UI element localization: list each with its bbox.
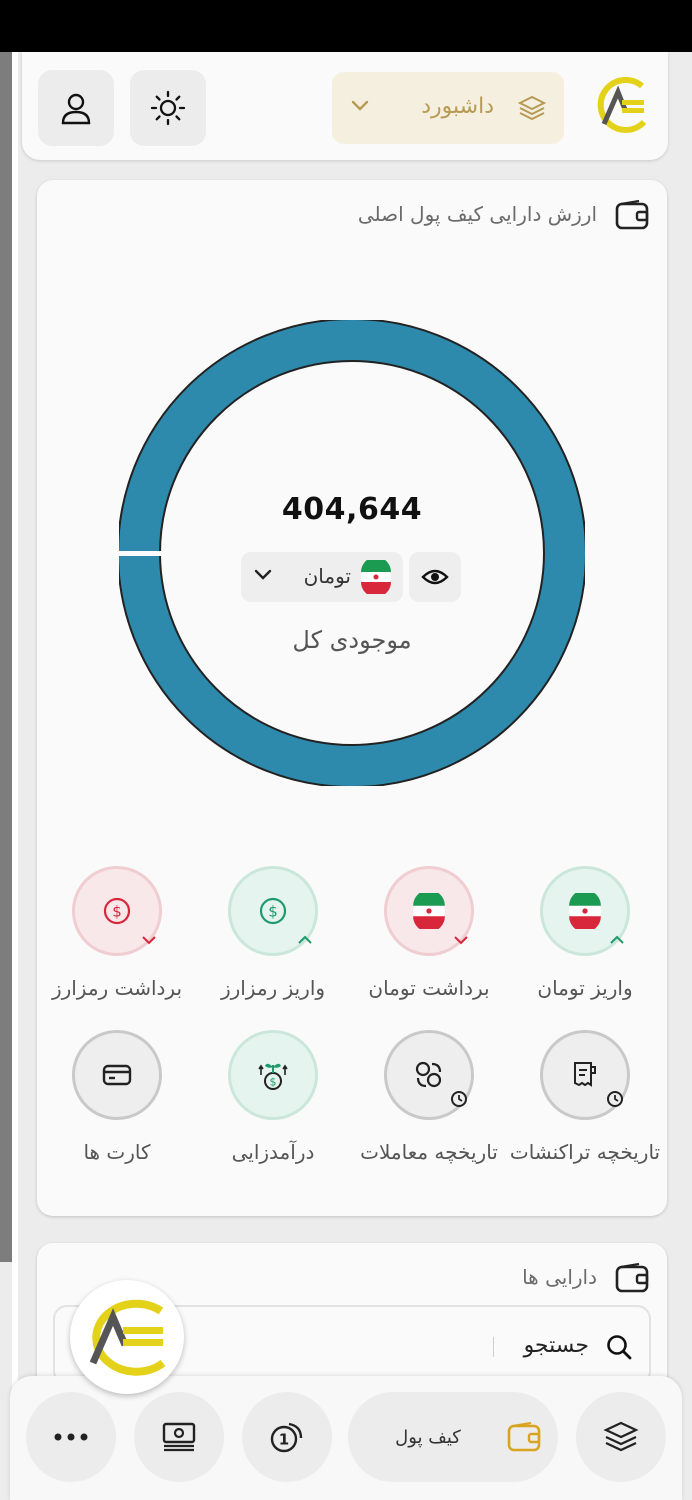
- action-label: واریز رمزارز: [220, 976, 326, 1000]
- dollar-icon: $: [103, 897, 131, 925]
- nav-wallet-button[interactable]: کیف پول: [348, 1392, 558, 1482]
- brand-logo[interactable]: [592, 74, 654, 140]
- dashboard-dropdown[interactable]: داشبورد: [332, 72, 564, 144]
- money-growth-icon: $: [258, 1063, 288, 1090]
- earning-button[interactable]: $: [228, 1030, 318, 1120]
- floating-brand-button[interactable]: [70, 1280, 184, 1394]
- chevron-up-icon: [610, 935, 624, 944]
- cards-button[interactable]: [72, 1030, 162, 1120]
- cash-icon: [162, 1422, 196, 1452]
- deposit-crypto-button[interactable]: $: [228, 866, 318, 956]
- svg-text:$: $: [112, 903, 122, 921]
- wallet-icon: [615, 200, 649, 230]
- action-label: برداشت رمزارز: [51, 976, 183, 1000]
- more-dots-icon: [54, 1433, 88, 1441]
- deposit-toman-button[interactable]: [540, 866, 630, 956]
- withdraw-crypto-action[interactable]: $ برداشت رمزارز: [39, 866, 195, 1004]
- withdraw-toman-button[interactable]: [384, 866, 474, 956]
- chevron-down-icon: [351, 100, 369, 111]
- wallet-title: ارزش دارایی کیف پول اصلی: [357, 202, 597, 226]
- theme-toggle-button[interactable]: [130, 70, 206, 146]
- ace-logo-icon: [597, 77, 647, 133]
- history-clock-icon: [607, 1091, 623, 1107]
- withdraw-toman-action[interactable]: برداشت تومان: [351, 866, 507, 1004]
- iran-flag-icon: [361, 560, 391, 594]
- user-icon: [61, 93, 91, 125]
- nav-more-button[interactable]: [26, 1392, 116, 1482]
- bottom-navigation: 1 کیف پول: [10, 1376, 682, 1500]
- iran-flag-icon: [413, 893, 445, 929]
- chevron-down-icon: [142, 936, 156, 945]
- earning-action[interactable]: $ درآمدزایی: [195, 1030, 351, 1168]
- status-bar: [0, 0, 692, 52]
- deposit-crypto-action[interactable]: $ واریز رمزارز: [195, 866, 351, 1004]
- trades-history-button[interactable]: [384, 1030, 474, 1120]
- action-label: برداشت تومان: [368, 976, 490, 1000]
- action-label: درآمدزایی: [231, 1140, 315, 1164]
- action-label: کارت ها: [83, 1140, 151, 1164]
- ace-logo-icon: [89, 1299, 166, 1376]
- transactions-history-button[interactable]: [540, 1030, 630, 1120]
- currency-dropdown[interactable]: تومان: [241, 552, 403, 602]
- deposit-toman-action[interactable]: واریز تومان: [507, 866, 663, 1004]
- svg-text:1: 1: [279, 1431, 289, 1449]
- search-divider: [493, 1337, 494, 1357]
- svg-text:$: $: [268, 903, 278, 921]
- top-header: داشبورد: [22, 52, 668, 160]
- action-label: تاریخچه معاملات: [360, 1140, 498, 1164]
- chevron-up-icon: [298, 935, 312, 944]
- eye-icon: [421, 569, 449, 585]
- profile-button[interactable]: [38, 70, 114, 146]
- nav-wallet-label: کیف پول: [395, 1426, 461, 1448]
- nav-cash-button[interactable]: [134, 1392, 224, 1482]
- action-label: واریز تومان: [537, 976, 633, 1000]
- chevron-down-icon: [454, 936, 468, 945]
- dashboard-label: داشبورد: [421, 94, 494, 119]
- sun-icon: [150, 90, 186, 126]
- chevron-down-icon: [254, 569, 272, 580]
- cards-action[interactable]: کارت ها: [39, 1030, 195, 1168]
- wallet-card: ارزش دارایی کیف پول اصلی 404,644 تومان م…: [37, 180, 667, 1216]
- nav-coin-button[interactable]: 1: [242, 1392, 332, 1482]
- toggle-balance-visibility-button[interactable]: [409, 552, 461, 602]
- balance-amount: 404,644: [281, 492, 423, 527]
- exchange-history-icon: [415, 1061, 442, 1088]
- withdraw-crypto-button[interactable]: $: [72, 866, 162, 956]
- currency-label: تومان: [303, 564, 351, 588]
- scrollbar[interactable]: [0, 52, 12, 1262]
- iran-flag-icon: [569, 893, 601, 929]
- history-clock-icon: [451, 1091, 467, 1107]
- transactions-history-action[interactable]: تاریخچه تراکنشات: [507, 1030, 663, 1168]
- search-placeholder: جستجو: [523, 1333, 589, 1358]
- assets-title: دارایی ها: [522, 1265, 597, 1289]
- receipt-history-icon: [574, 1062, 596, 1087]
- wallet-icon: [615, 1263, 649, 1293]
- trades-history-action[interactable]: تاریخچه معاملات: [351, 1030, 507, 1168]
- dollar-icon: $: [259, 897, 287, 925]
- search-icon: [607, 1335, 632, 1360]
- wallet-icon: [507, 1422, 541, 1452]
- layers-icon: [603, 1421, 639, 1452]
- coin-icon: 1: [270, 1422, 303, 1453]
- action-label: تاریخچه تراکنشات: [509, 1140, 661, 1164]
- page-rail: [12, 52, 18, 1500]
- svg-text:$: $: [270, 1076, 277, 1089]
- layers-icon: [518, 95, 546, 121]
- total-balance-label: موجودی کل: [292, 626, 412, 654]
- card-icon: [102, 1064, 132, 1086]
- nav-dashboard-button[interactable]: [576, 1392, 666, 1482]
